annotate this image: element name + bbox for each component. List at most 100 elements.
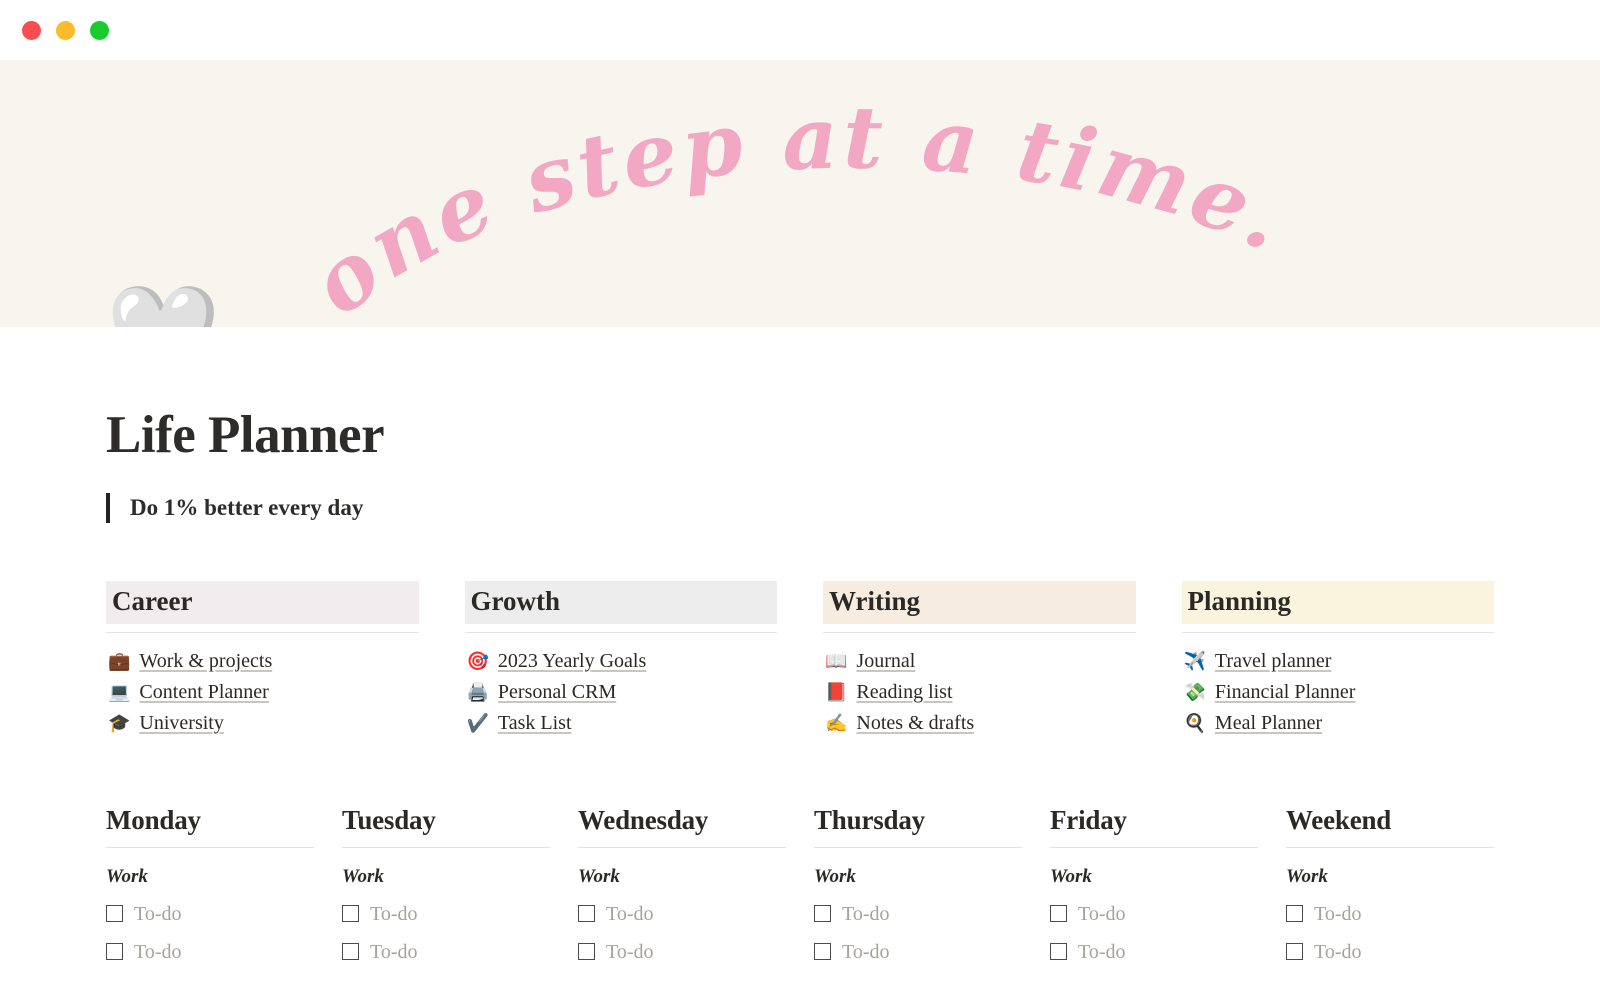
day-section-label[interactable]: Work <box>578 866 786 888</box>
page-link-row[interactable]: ✍️ Notes & drafts <box>823 708 1136 739</box>
day-heading[interactable]: Wednesday <box>578 805 786 836</box>
page-link-label[interactable]: Meal Planner <box>1215 712 1322 735</box>
laptop-icon: 💻 <box>108 681 131 702</box>
day-divider <box>1050 846 1258 848</box>
column-heading[interactable]: Career <box>106 580 419 624</box>
page-link-label[interactable]: Notes & drafts <box>856 712 974 735</box>
day-column-weekend: Weekend Work To-do To-do <box>1286 805 1494 980</box>
day-section-label[interactable]: Work <box>814 866 1022 888</box>
page-link-label[interactable]: Reading list <box>856 681 952 704</box>
page-link-label[interactable]: Content Planner <box>139 681 268 704</box>
day-divider <box>578 846 786 848</box>
todo-row[interactable]: To-do <box>342 942 550 962</box>
todo-row[interactable]: To-do <box>342 904 550 924</box>
target-icon: 🎯 <box>466 650 489 671</box>
column-heading[interactable]: Writing <box>823 580 1136 624</box>
todo-label[interactable]: To-do <box>842 904 889 924</box>
todo-checkbox[interactable] <box>342 943 359 961</box>
page-subtitle-quote[interactable]: Do 1% better every day <box>106 493 1494 523</box>
todo-checkbox[interactable] <box>1286 943 1303 961</box>
todo-row[interactable]: To-do <box>814 904 1022 924</box>
page-link-row[interactable]: 💼 Work & projects <box>106 646 419 677</box>
graduation-cap-icon: 🎓 <box>108 712 131 733</box>
minimize-window-button[interactable] <box>56 20 75 40</box>
todo-row[interactable]: To-do <box>578 904 786 924</box>
todo-row[interactable]: To-do <box>106 942 314 962</box>
todo-label[interactable]: To-do <box>606 942 653 962</box>
briefcase-icon: 💼 <box>108 650 131 671</box>
day-heading[interactable]: Monday <box>106 805 314 836</box>
day-divider <box>342 846 550 848</box>
todo-checkbox[interactable] <box>106 943 123 961</box>
week-columns-container: Monday Work To-do To-do Tuesday Work To-do To-d… <box>106 805 1494 980</box>
page-link-label[interactable]: Personal CRM <box>498 681 616 704</box>
todo-label[interactable]: To-do <box>370 942 417 962</box>
todo-row[interactable]: To-do <box>106 904 314 924</box>
page-link-label[interactable]: Work & projects <box>139 650 272 673</box>
check-mark-icon: ✔️ <box>466 712 489 733</box>
todo-label[interactable]: To-do <box>1314 904 1361 924</box>
day-heading[interactable]: Thursday <box>814 805 1022 836</box>
todo-label[interactable]: To-do <box>134 904 181 924</box>
page-title[interactable]: Life Planner <box>106 327 1494 465</box>
writing-hand-icon: ✍️ <box>825 712 848 733</box>
day-section-label[interactable]: Work <box>342 866 550 888</box>
page-link-row[interactable]: ✈️ Travel planner <box>1182 646 1495 677</box>
todo-label[interactable]: To-do <box>134 942 181 962</box>
todo-checkbox[interactable] <box>578 943 595 961</box>
page-link-label[interactable]: University <box>139 712 223 735</box>
page-link-row[interactable]: 🎓 University <box>106 708 419 739</box>
closed-book-icon: 📕 <box>825 681 848 702</box>
page-link-row[interactable]: 📖 Journal <box>823 646 1136 677</box>
page-link-label[interactable]: Financial Planner <box>1215 681 1356 704</box>
day-heading[interactable]: Friday <box>1050 805 1258 836</box>
cover-banner[interactable]: one step at a time. 🤍 <box>0 60 1600 327</box>
todo-checkbox[interactable] <box>106 905 123 923</box>
maximize-window-button[interactable] <box>90 20 109 40</box>
page-link-label[interactable]: Travel planner <box>1215 650 1331 673</box>
column-heading[interactable]: Planning <box>1181 580 1494 624</box>
day-heading[interactable]: Weekend <box>1286 805 1494 836</box>
page-link-row[interactable]: 📕 Reading list <box>823 677 1136 708</box>
day-section-label[interactable]: Work <box>1050 866 1258 888</box>
todo-label[interactable]: To-do <box>1078 942 1125 962</box>
page-link-row[interactable]: 💻 Content Planner <box>106 677 419 708</box>
todo-checkbox[interactable] <box>814 905 831 923</box>
cooking-pan-icon: 🍳 <box>1183 712 1206 733</box>
page-link-row[interactable]: 💸 Financial Planner <box>1182 677 1495 708</box>
todo-row[interactable]: To-do <box>1286 904 1494 924</box>
todo-checkbox[interactable] <box>814 943 831 961</box>
day-heading[interactable]: Tuesday <box>342 805 550 836</box>
day-column-tuesday: Tuesday Work To-do To-do <box>342 805 550 980</box>
page-link-row[interactable]: ✔️ Task List <box>465 708 778 739</box>
todo-row[interactable]: To-do <box>1050 942 1258 962</box>
todo-row[interactable]: To-do <box>1286 942 1494 962</box>
todo-label[interactable]: To-do <box>370 904 417 924</box>
todo-label[interactable]: To-do <box>606 904 653 924</box>
todo-row[interactable]: To-do <box>814 942 1022 962</box>
todo-checkbox[interactable] <box>1286 905 1303 923</box>
todo-checkbox[interactable] <box>1050 905 1067 923</box>
todo-checkbox[interactable] <box>578 905 595 923</box>
page-link-label[interactable]: Task List <box>498 712 572 735</box>
day-section-label[interactable]: Work <box>106 866 314 888</box>
page-link-row[interactable]: 🖨️ Personal CRM <box>465 677 778 708</box>
page-link-row[interactable]: 🎯 2023 Yearly Goals <box>465 646 778 677</box>
todo-checkbox[interactable] <box>342 905 359 923</box>
day-section-label[interactable]: Work <box>1286 866 1494 888</box>
white-heart-icon[interactable]: 🤍 <box>106 287 221 327</box>
todo-row[interactable]: To-do <box>1050 904 1258 924</box>
close-window-button[interactable] <box>22 20 41 40</box>
page-link-label[interactable]: 2023 Yearly Goals <box>498 650 646 673</box>
page-link-row[interactable]: 🍳 Meal Planner <box>1182 708 1495 739</box>
link-column-planning: Planning ✈️ Travel planner 💸 Financial Plann… <box>1181 580 1495 739</box>
todo-label[interactable]: To-do <box>1314 942 1361 962</box>
todo-checkbox[interactable] <box>1050 943 1067 961</box>
page-link-label[interactable]: Journal <box>856 650 915 673</box>
todo-label[interactable]: To-do <box>842 942 889 962</box>
todo-row[interactable]: To-do <box>578 942 786 962</box>
todo-label[interactable]: To-do <box>1078 904 1125 924</box>
day-column-thursday: Thursday Work To-do To-do <box>814 805 1022 980</box>
link-column-career: Career 💼 Work & projects 💻 Content Planner 🎓 U… <box>106 580 419 739</box>
column-heading[interactable]: Growth <box>464 580 777 624</box>
